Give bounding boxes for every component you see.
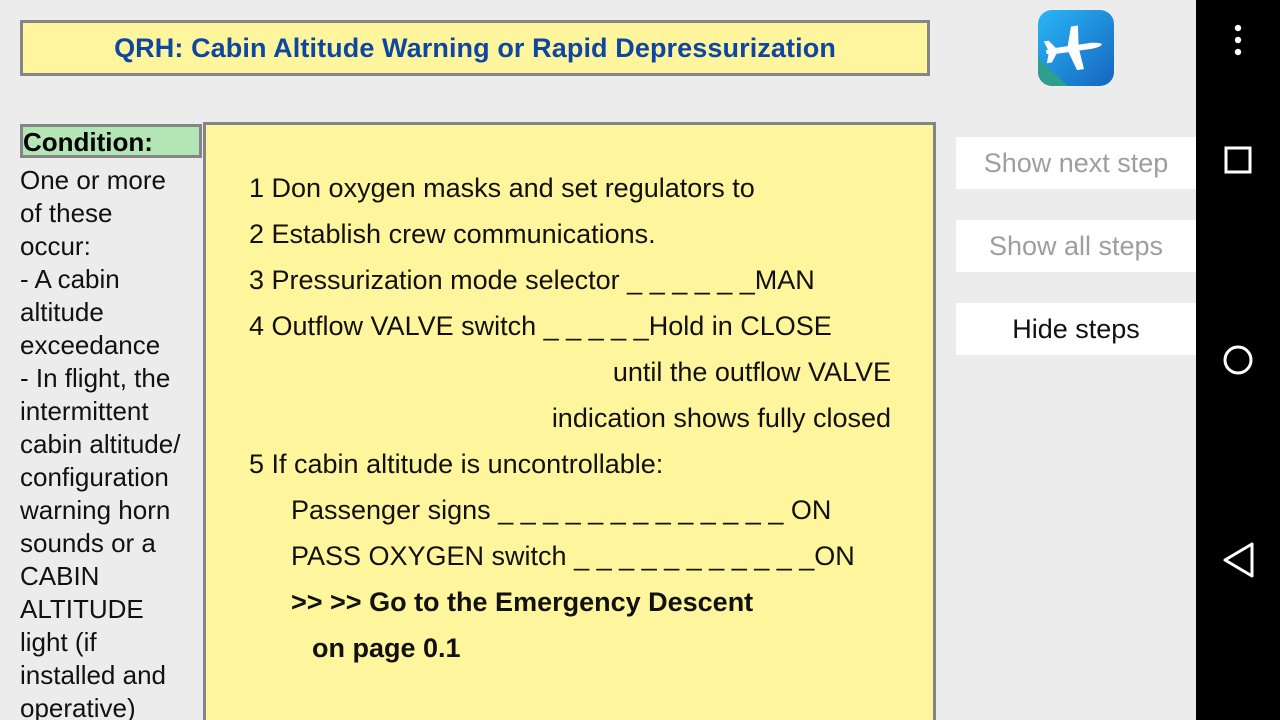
- airplane-app-icon[interactable]: [1038, 10, 1114, 86]
- step-5-goto-emergency: >> >> Go to the Emergency Descent: [291, 587, 754, 617]
- home-circle-icon[interactable]: [1196, 340, 1280, 380]
- show-next-step-button[interactable]: Show next step: [956, 137, 1196, 189]
- step-5-passenger-signs: Passenger signs _ _ _ _ _ _ _ _ _ _ _ _ …: [291, 495, 832, 525]
- step-1: 1 Don oxygen masks and set regulators to: [249, 173, 755, 203]
- step-3: 3 Pressurization mode selector _ _ _ _ _…: [249, 265, 815, 295]
- step-2: 2 Establish crew communications.: [249, 219, 656, 249]
- step-5-pass-oxygen: PASS OXYGEN switch _ _ _ _ _ _ _ _ _ _ _…: [291, 541, 855, 571]
- show-all-steps-button[interactable]: Show all steps: [956, 220, 1196, 272]
- hide-steps-button[interactable]: Hide steps: [956, 303, 1196, 355]
- step-4: 4 Outflow VALVE switch _ _ _ _ _Hold in …: [249, 311, 832, 341]
- steps-panel: 1 Don oxygen masks and set regulators to…: [203, 122, 936, 720]
- step-4-indication: indication shows fully closed: [551, 403, 891, 433]
- app-screen: QRH: Cabin Altitude Warning or Rapid Dep…: [0, 0, 1196, 720]
- android-navigation-bar: [1196, 0, 1280, 720]
- step-5-page-ref: on page 0.1: [312, 633, 461, 663]
- page-title: QRH: Cabin Altitude Warning or Rapid Dep…: [114, 32, 836, 63]
- more-vert-icon[interactable]: [1196, 20, 1280, 60]
- recents-square-icon[interactable]: [1196, 140, 1280, 180]
- title-banner: QRH: Cabin Altitude Warning or Rapid Dep…: [20, 20, 930, 76]
- step-4-continued: until the outflow VALVE: [612, 357, 891, 387]
- step-5: 5 If cabin altitude is uncontrollable:: [249, 449, 664, 479]
- back-triangle-icon[interactable]: [1196, 540, 1280, 580]
- condition-header: Condition:: [20, 124, 202, 158]
- condition-description: One or more of these occur: - A cabin al…: [20, 165, 181, 720]
- condition-column: Condition: One or more of these occur: -…: [20, 124, 206, 720]
